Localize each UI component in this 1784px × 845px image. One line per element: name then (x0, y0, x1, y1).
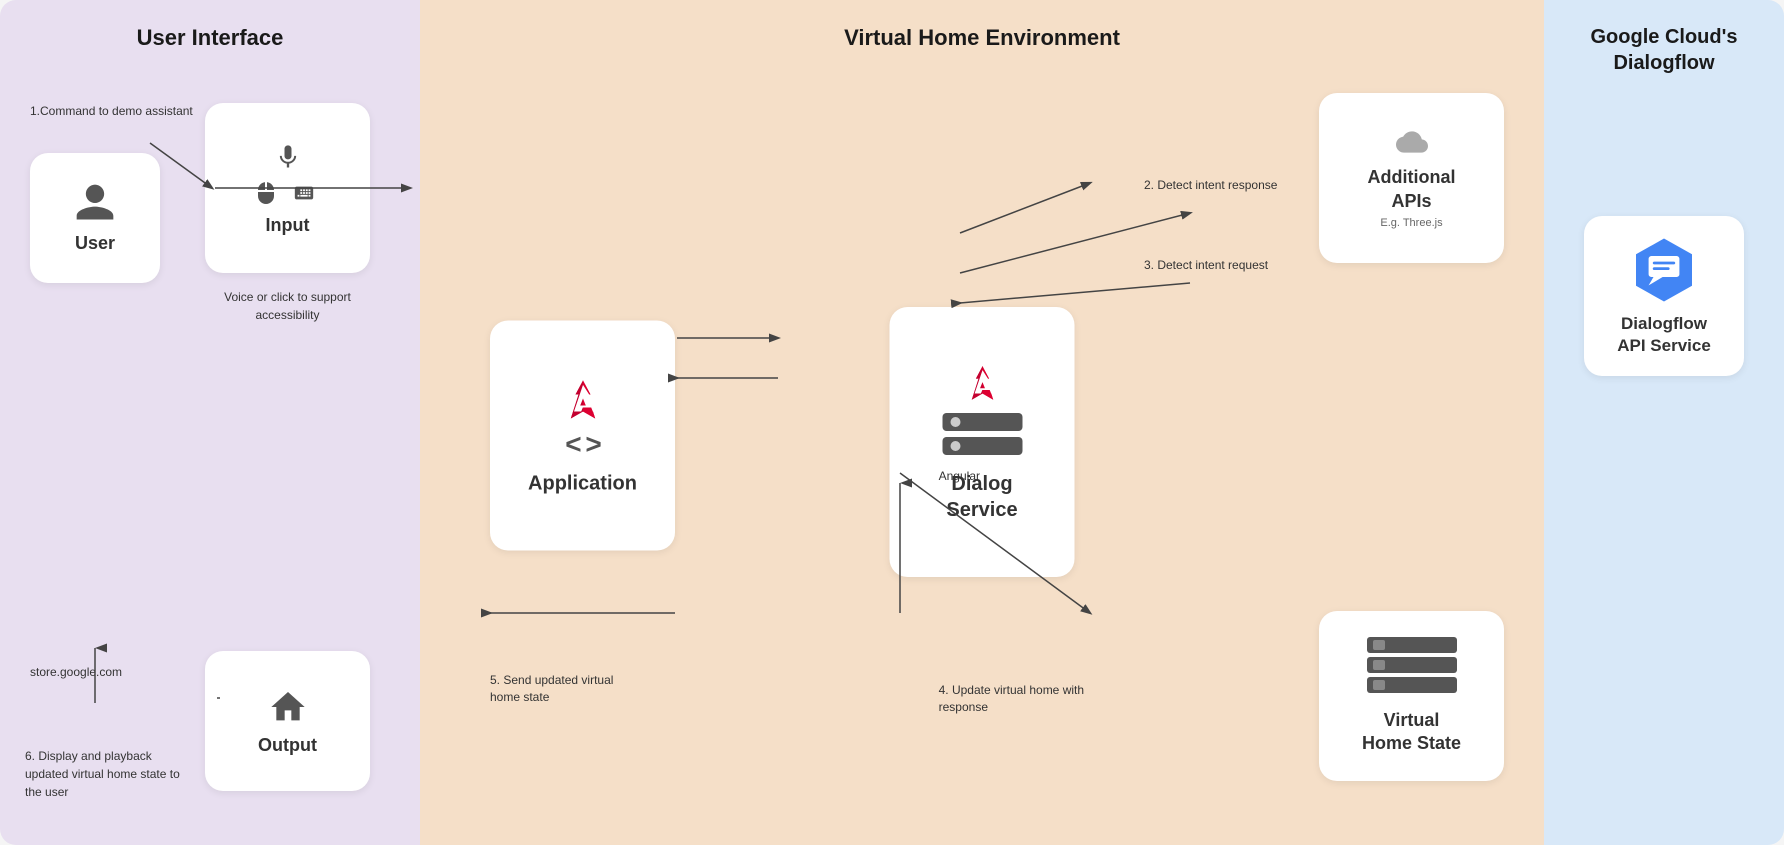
additional-apis-sub: E.g. Three.js (1380, 217, 1442, 229)
db-row-1 (1367, 637, 1457, 653)
output-label: Output (258, 735, 317, 756)
server-bar-1 (942, 413, 1022, 431)
user-label: User (75, 233, 115, 254)
input-label: Input (266, 215, 310, 236)
arrow4-annotation: 4. Update virtual home with response (939, 682, 1089, 716)
mic-icon (274, 139, 302, 175)
input-icons (254, 139, 322, 207)
dialog-service-box: DialogService (890, 307, 1075, 577)
display-annotation: 6. Display and playback updated virtual … (25, 747, 185, 801)
angular-logo-app (558, 375, 608, 425)
db-stack (1367, 637, 1457, 693)
user-interface-section: User Interface User 1.Command to demo as… (0, 0, 420, 845)
input-icons-row (254, 179, 322, 207)
application-label: Application (528, 473, 637, 496)
code-symbol: < > (565, 429, 599, 461)
gcloud-section-title: Google Cloud's Dialogflow (1564, 24, 1764, 76)
store-annotation: store.google.com (30, 664, 122, 681)
mouse-icon (254, 179, 278, 207)
angular-logo-dialog (960, 361, 1004, 405)
virtual-home-box: VirtualHome State (1319, 611, 1504, 781)
additional-apis-label: AdditionalAPIs (1368, 166, 1456, 213)
dialogflow-logo (1629, 235, 1699, 305)
home-icon (268, 687, 308, 727)
dialogflow-label: DialogflowAPI Service (1617, 313, 1711, 357)
vhe-section-title: Virtual Home Environment (440, 24, 1524, 53)
command-annotation: 1.Command to demo assistant (30, 103, 193, 120)
vhe-section: Virtual Home Environment < > Application (420, 0, 1544, 845)
user-icon (73, 181, 117, 225)
input-description: Voice or click to support accessibility (205, 288, 370, 324)
virtual-home-label: VirtualHome State (1362, 709, 1461, 756)
db-row-2 (1367, 657, 1457, 673)
input-box: Input (205, 103, 370, 273)
cloud-icon (1388, 126, 1436, 158)
arrow3-annotation: 3. Detect intent request (1144, 258, 1304, 272)
ui-section-title: User Interface (20, 24, 400, 53)
arrow5-annotation: 5. Send updated virtual home state (490, 672, 640, 706)
gcloud-section: Google Cloud's Dialogflow DialogflowAPI … (1544, 0, 1784, 845)
output-box: Output (205, 651, 370, 791)
arrow2-annotation: 2. Detect intent response (1144, 178, 1304, 192)
application-box: < > Application (490, 320, 675, 550)
keyboard-icon (286, 182, 322, 204)
db-row-3 (1367, 677, 1457, 693)
dialogflow-box: DialogflowAPI Service (1584, 216, 1744, 376)
additional-apis-box: AdditionalAPIs E.g. Three.js (1319, 93, 1504, 263)
server-bars (942, 413, 1022, 455)
server-bar-2 (942, 437, 1022, 455)
user-box: User (30, 153, 160, 283)
angular-annotation: Angular (939, 469, 980, 483)
